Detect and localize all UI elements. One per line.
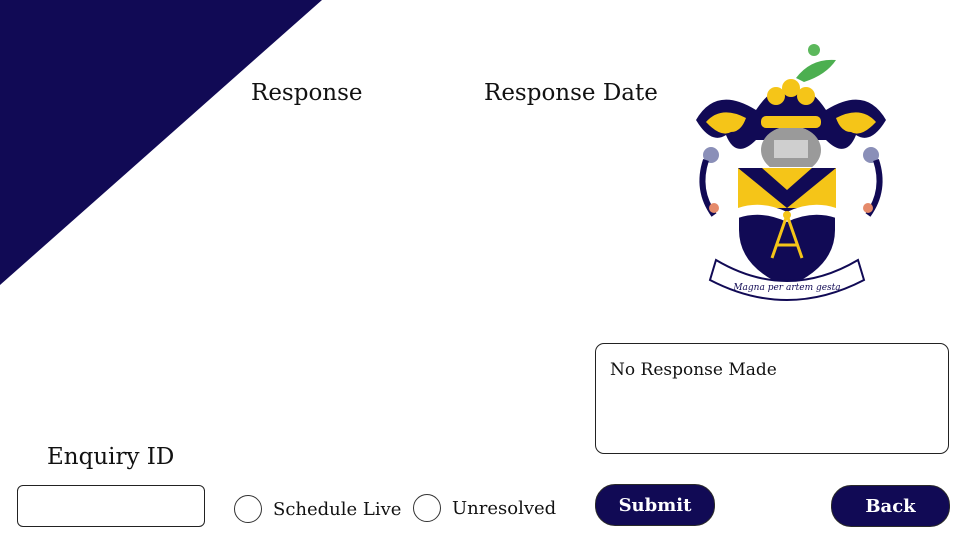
enquiry-id-label: Enquiry ID — [47, 444, 175, 470]
corner-banner — [0, 0, 322, 285]
response-text-box[interactable]: No Response Made — [595, 343, 949, 454]
schedule-live-label: Schedule Live — [273, 499, 402, 520]
response-heading: Response — [251, 80, 363, 106]
response-date-heading: Response Date — [484, 80, 658, 106]
enquiry-id-input[interactable] — [17, 485, 205, 527]
unresolved-label: Unresolved — [452, 498, 557, 519]
submit-button[interactable]: Submit — [595, 484, 715, 526]
crest-motto: Magna per artem gesta — [732, 283, 840, 293]
university-crest-logo: Magna per artem gesta — [696, 44, 886, 301]
response-text: No Response Made — [610, 360, 777, 380]
back-button[interactable]: Back — [831, 485, 950, 527]
schedule-live-radio[interactable] — [234, 495, 262, 523]
unresolved-radio[interactable] — [413, 494, 441, 522]
